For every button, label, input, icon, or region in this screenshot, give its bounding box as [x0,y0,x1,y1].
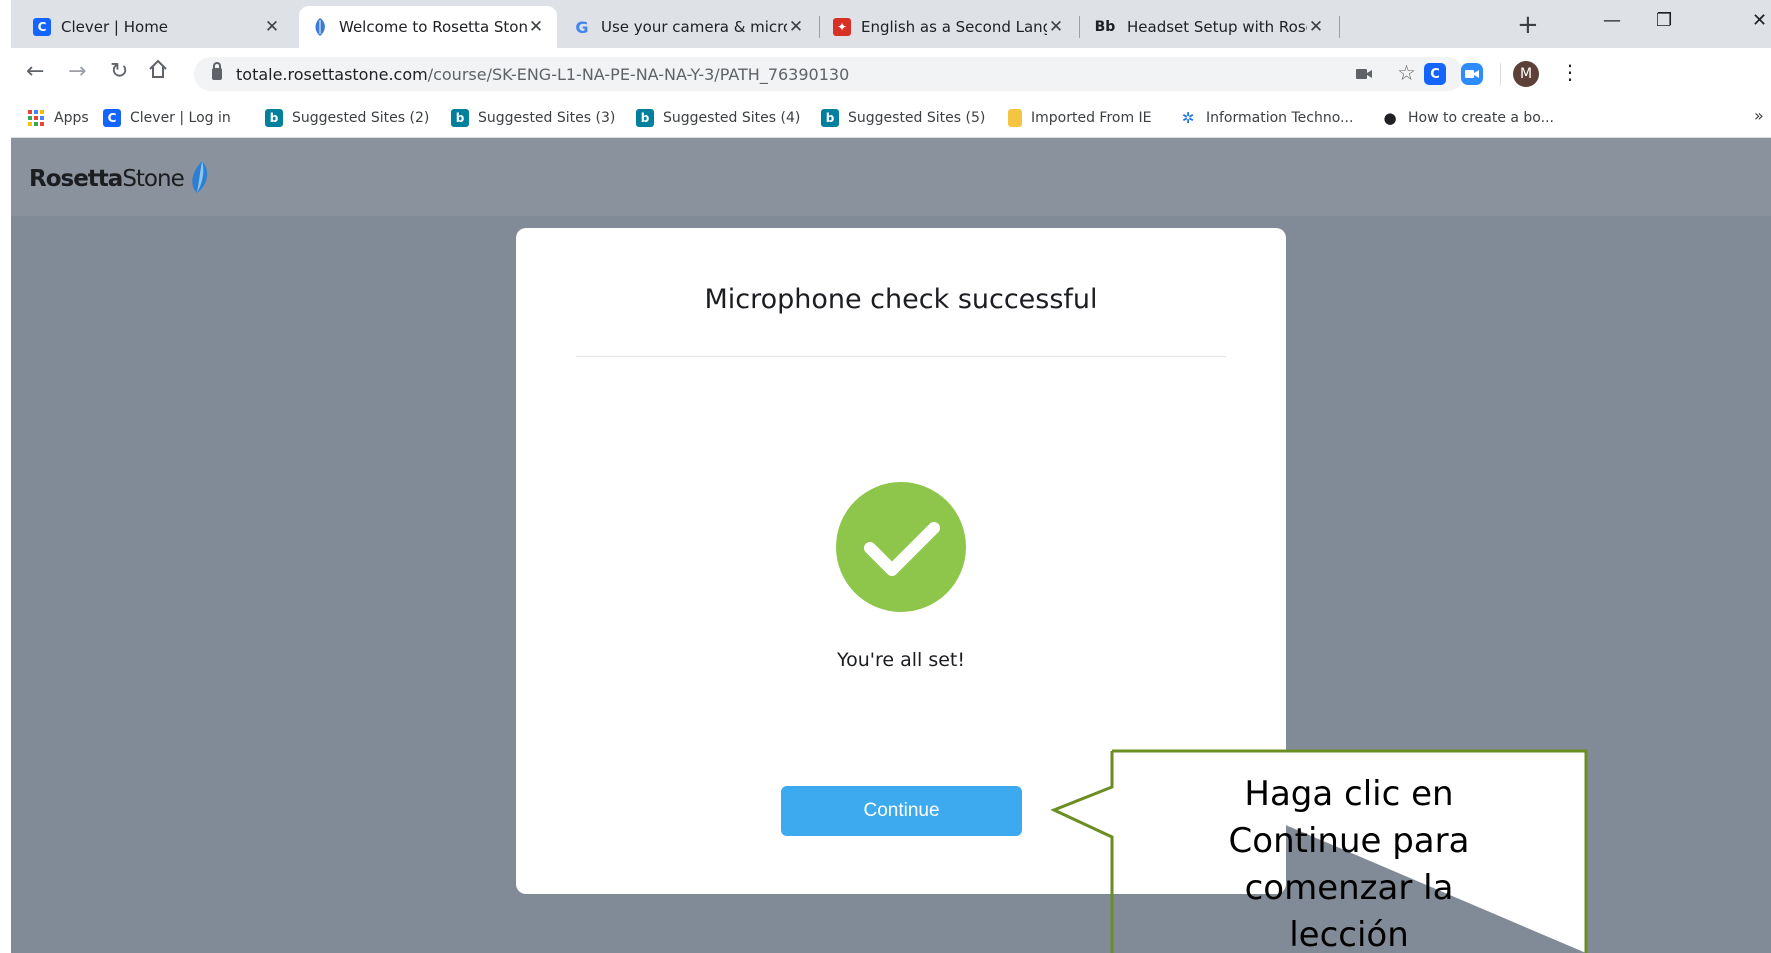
blackboard-icon: Bb [1094,19,1116,35]
tab-esl[interactable]: ✦ English as a Second Language ✕ [821,6,1077,48]
minimize-button[interactable]: — [1603,10,1621,31]
tab-close-icon[interactable]: ✕ [787,17,805,37]
checkmark-icon [836,482,966,612]
toolbar-separator [1500,63,1501,85]
camera-icon[interactable] [1354,65,1374,87]
bookmark-information-techno[interactable]: ✲ Information Techno... [1179,108,1354,128]
tab-strip: C Clever | Home ✕ Welcome to Rosetta Sto… [11,0,1771,48]
bing-icon: b [451,109,469,127]
bing-icon: b [636,109,654,127]
rosetta-stone-logo[interactable]: RosettaStone [29,160,210,198]
browser-toolbar: ← → ↻ totale.rosettastone.com/course/SK-… [11,48,1771,98]
menu-icon[interactable]: ⋮ [1560,60,1580,84]
tab-rosetta-stone[interactable]: Welcome to Rosetta Stone! ✕ [299,6,557,48]
new-tab-button[interactable]: + [1517,12,1539,38]
bookmark-suggested-sites-3[interactable]: b Suggested Sites (3) [451,108,615,128]
profile-avatar[interactable]: M [1513,61,1539,87]
it-icon: ✲ [1181,109,1195,127]
card-divider [576,356,1226,357]
logo-text: RosettaStone [29,166,185,192]
site-header: RosettaStone [11,138,1771,216]
continue-button[interactable]: Continue [781,786,1022,836]
tab-close-icon[interactable]: ✕ [1307,17,1325,37]
bookmark-clever-login[interactable]: C Clever | Log in [103,108,231,128]
bookmark-how-to-create[interactable]: ● How to create a bo... [1381,108,1554,128]
reload-icon[interactable]: ↻ [110,58,128,86]
back-arrow-icon[interactable]: ← [26,58,44,86]
zoom-extension-icon[interactable] [1461,63,1483,85]
bookmarks-bar: Apps C Clever | Log in b Suggested Sites… [11,98,1771,138]
callout-line: Continue para [1228,821,1470,861]
bing-icon: b [821,109,839,127]
address-bar[interactable]: totale.rosettastone.com/course/SK-ENG-L1… [194,57,1464,91]
card-subtitle: You're all set! [837,649,965,671]
tab-clever-home[interactable]: C Clever | Home ✕ [21,6,293,48]
bookmark-suggested-sites-2[interactable]: b Suggested Sites (2) [265,108,429,128]
lock-icon [212,62,222,80]
callout-line: comenzar la [1244,868,1454,908]
tab-separator [819,16,820,38]
tab-headset-setup[interactable]: Bb Headset Setup with Rosetta St ✕ [1081,6,1337,48]
card-title: Microphone check successful [704,284,1098,315]
folder-icon [1008,109,1022,127]
tab-separator [1339,16,1340,38]
star-icon[interactable]: ☆ [1397,61,1416,85]
clever-icon: C [33,18,51,36]
bookmark-apps[interactable]: Apps [27,108,89,128]
bookmarks-overflow-icon[interactable]: » [1754,106,1764,125]
bookmark-suggested-sites-4[interactable]: b Suggested Sites (4) [636,108,800,128]
apps-grid-icon [27,109,45,127]
apple-icon: ● [1383,109,1397,127]
url-text: totale.rosettastone.com/course/SK-ENG-L1… [236,64,850,84]
bing-icon: b [265,109,283,127]
tab-title: Clever | Home [61,18,169,36]
close-window-button[interactable]: ✕ [1752,10,1767,31]
red-bookmark-icon: ✦ [833,18,851,36]
tab-title: English as a Second Language [861,18,1047,36]
tab-close-icon[interactable]: ✕ [1047,17,1065,37]
google-icon: G [575,17,589,37]
tab-title: Use your camera & microphon [601,18,787,36]
callout-line: lección [1289,915,1409,953]
callout-text: Haga clic en Continue para comenzar la l… [1114,771,1584,953]
clever-extension-icon[interactable]: C [1424,63,1446,85]
tab-camera-microphone[interactable]: G Use your camera & microphon ✕ [561,6,817,48]
rosetta-leaf-icon [188,160,210,198]
bookmark-imported-from-ie[interactable]: Imported From IE [1008,108,1152,128]
forward-arrow-icon[interactable]: → [68,58,86,86]
home-icon[interactable] [147,58,169,88]
tab-title: Welcome to Rosetta Stone! [339,18,527,36]
restore-button[interactable]: ❐ [1656,10,1672,31]
tab-title: Headset Setup with Rosetta St [1127,18,1307,36]
tab-separator [1079,16,1080,38]
clever-icon: C [103,109,121,127]
rosetta-leaf-icon [311,18,329,36]
tab-close-icon[interactable]: ✕ [527,17,545,37]
callout-line: Haga clic en [1244,774,1454,814]
tab-close-icon[interactable]: ✕ [263,17,281,37]
bookmark-suggested-sites-5[interactable]: b Suggested Sites (5) [821,108,985,128]
